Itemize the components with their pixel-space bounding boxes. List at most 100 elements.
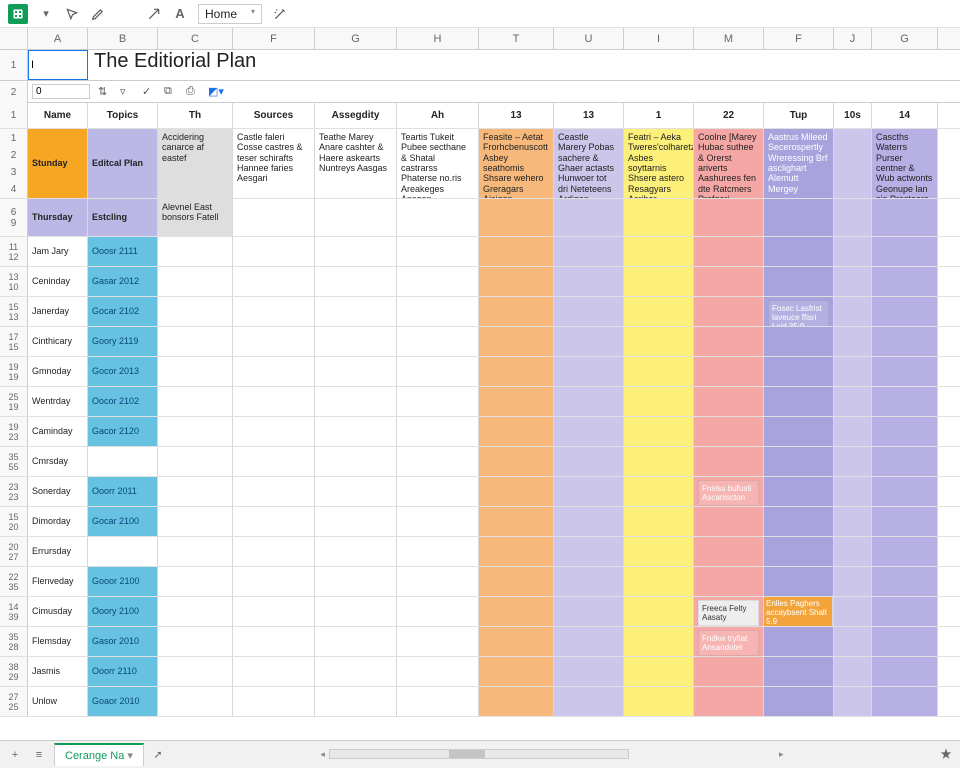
cell-name[interactable]: Jam Jary xyxy=(28,237,88,266)
cell-topic[interactable]: Estcling xyxy=(88,199,158,236)
cell[interactable] xyxy=(158,237,233,266)
cell[interactable] xyxy=(397,567,479,596)
cell[interactable] xyxy=(554,417,624,446)
add-sheet-button[interactable]: + xyxy=(6,749,24,761)
cell[interactable] xyxy=(233,199,315,236)
cell[interactable] xyxy=(834,297,872,326)
cell[interactable] xyxy=(158,417,233,446)
cell[interactable] xyxy=(315,537,397,566)
cell[interactable] xyxy=(397,537,479,566)
cell[interactable] xyxy=(872,627,938,656)
cell[interactable] xyxy=(624,657,694,686)
cell[interactable] xyxy=(479,597,554,626)
hdr-name[interactable]: Name xyxy=(28,103,88,128)
cell-name[interactable]: Janerday xyxy=(28,297,88,326)
cell[interactable] xyxy=(315,687,397,716)
cell[interactable] xyxy=(764,477,834,506)
cell[interactable] xyxy=(872,267,938,296)
cell[interactable] xyxy=(397,447,479,476)
cell[interactable] xyxy=(624,477,694,506)
copy-icon[interactable]: ⧉ xyxy=(164,85,178,99)
cell[interactable] xyxy=(233,567,315,596)
cell[interactable] xyxy=(315,447,397,476)
chevron-down-icon[interactable]: ▾ xyxy=(38,6,54,22)
row-header[interactable]: 2235 xyxy=(0,567,28,596)
cell[interactable] xyxy=(764,687,834,716)
cell[interactable] xyxy=(315,387,397,416)
cell[interactable] xyxy=(764,237,834,266)
cell-topic[interactable]: Oocor 2102 xyxy=(88,387,158,416)
cell[interactable] xyxy=(233,237,315,266)
note-card[interactable]: Fnsisu bufusti Ascaniscton xyxy=(698,480,759,506)
cell[interactable] xyxy=(554,687,624,716)
cell-topic[interactable]: Ooory 2100 xyxy=(88,597,158,626)
cell-topic[interactable]: Gocar 2102 xyxy=(88,297,158,326)
cell[interactable] xyxy=(694,537,764,566)
cell[interactable] xyxy=(554,477,624,506)
cell[interactable] xyxy=(872,237,938,266)
print-icon[interactable]: ⎙ xyxy=(186,85,200,99)
cell[interactable] xyxy=(624,327,694,356)
cell[interactable] xyxy=(624,627,694,656)
cell[interactable] xyxy=(834,687,872,716)
row-header[interactable]: 1 xyxy=(0,50,28,80)
cell[interactable] xyxy=(315,199,397,236)
cell[interactable] xyxy=(158,477,233,506)
row-header[interactable]: 2323 xyxy=(0,477,28,506)
cell[interactable] xyxy=(834,417,872,446)
row-header[interactable]: 1513 xyxy=(0,297,28,326)
cell[interactable] xyxy=(397,199,479,236)
cell[interactable] xyxy=(624,267,694,296)
cell[interactable] xyxy=(694,687,764,716)
horizontal-scrollbar[interactable]: ◂ ▸ xyxy=(172,749,932,760)
cell[interactable] xyxy=(315,657,397,686)
cell-1[interactable]: Featri – Aeka Tweres'colharetz Asbes soy… xyxy=(624,129,694,198)
col-header[interactable]: T xyxy=(479,28,554,49)
cell[interactable] xyxy=(764,357,834,386)
cell-topic[interactable]: Goaor 2010 xyxy=(88,687,158,716)
cell[interactable] xyxy=(834,199,872,236)
col-header[interactable]: F xyxy=(764,28,834,49)
cell[interactable] xyxy=(397,387,479,416)
cell[interactable] xyxy=(397,237,479,266)
row-header[interactable]: 1919 xyxy=(0,357,28,386)
cell[interactable] xyxy=(554,267,624,296)
cell[interactable] xyxy=(479,327,554,356)
cell-topic[interactable]: Gooor 2100 xyxy=(88,567,158,596)
cell[interactable] xyxy=(834,537,872,566)
cell-topic[interactable]: Gasor 2010 xyxy=(88,627,158,656)
cell[interactable] xyxy=(158,507,233,536)
row-header[interactable]: 2725 xyxy=(0,687,28,716)
cell[interactable] xyxy=(554,447,624,476)
cell[interactable] xyxy=(872,387,938,416)
cursor-icon[interactable] xyxy=(64,6,80,22)
cell-name[interactable]: Jasmis xyxy=(28,657,88,686)
cell-topic[interactable]: Gacor 2120 xyxy=(88,417,158,446)
cell[interactable] xyxy=(397,417,479,446)
cell[interactable] xyxy=(158,447,233,476)
select-all-corner[interactable] xyxy=(0,28,28,49)
cell-topic[interactable] xyxy=(88,537,158,566)
cell-ah[interactable]: Teartis Tukeit Pubee secthane & Shatal c… xyxy=(397,129,479,198)
cell[interactable] xyxy=(834,327,872,356)
cell[interactable] xyxy=(479,687,554,716)
cell-22[interactable]: Coolne [Marey Hubac suthee & Orerst ariv… xyxy=(694,129,764,198)
arrow-icon[interactable] xyxy=(146,6,162,22)
cell-th[interactable]: Accidering canarce af eastef xyxy=(158,129,233,198)
cell[interactable] xyxy=(872,447,938,476)
cell[interactable] xyxy=(479,199,554,236)
cell-tup[interactable]: Aastrus Mileed Secerospertly Wreressing … xyxy=(764,129,834,198)
cell[interactable] xyxy=(233,627,315,656)
row-header[interactable]: 1310 xyxy=(0,267,28,296)
col-header[interactable]: I xyxy=(624,28,694,49)
cell-name[interactable]: Stunday xyxy=(28,129,88,198)
hdr-22[interactable]: 22 xyxy=(694,103,764,128)
cell[interactable] xyxy=(554,387,624,416)
row-header[interactable]: 1 xyxy=(0,103,28,128)
cell[interactable] xyxy=(479,477,554,506)
row-header[interactable]: 1234 xyxy=(0,129,28,198)
cell[interactable] xyxy=(397,597,479,626)
cell[interactable] xyxy=(479,627,554,656)
cell[interactable] xyxy=(554,357,624,386)
col-header[interactable]: H xyxy=(397,28,479,49)
